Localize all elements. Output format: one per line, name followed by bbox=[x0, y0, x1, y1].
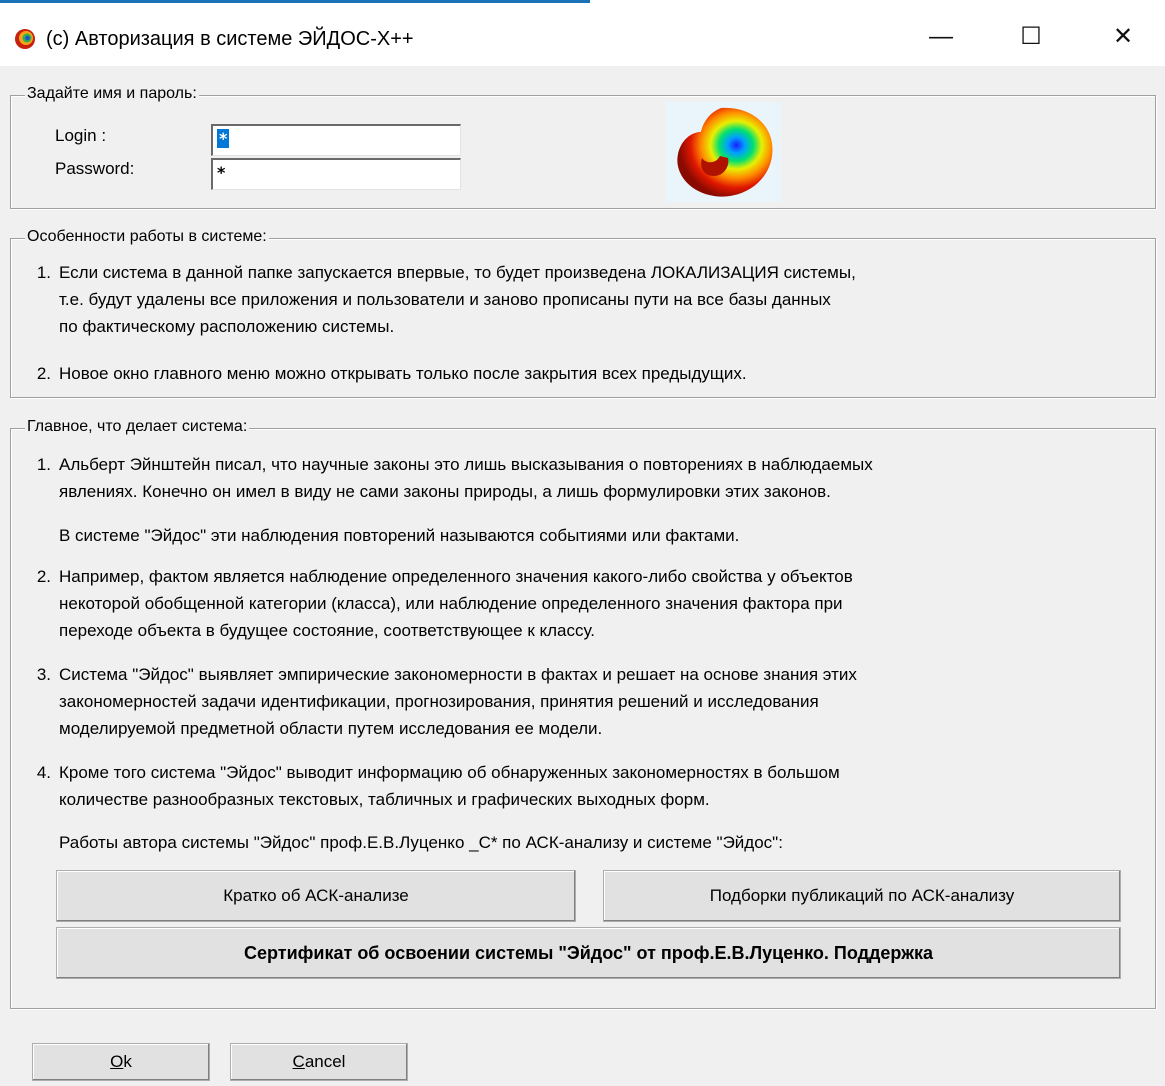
features-group: Особенности работы в системе: 1. Если си… bbox=[10, 228, 1156, 398]
item-line: моделируемой предметной области путем ис… bbox=[59, 719, 603, 738]
ok-button[interactable]: Ok bbox=[32, 1043, 210, 1081]
item-line: явлениях. Конечно он имел в виду не сами… bbox=[59, 482, 831, 501]
item-text: Система "Эйдос" выявляет эмпирические за… bbox=[59, 661, 857, 742]
item-number: 2. bbox=[36, 364, 51, 383]
item-number: 1. bbox=[36, 455, 51, 474]
item-line: закономерностей задачи идентификации, пр… bbox=[59, 692, 819, 711]
close-button[interactable]: ✕ bbox=[1094, 16, 1152, 58]
item-text: Если система в данной папке запускается … bbox=[59, 259, 856, 340]
eidos-spiral-icon bbox=[15, 29, 35, 49]
item-text: Например, фактом является наблюдение опр… bbox=[59, 563, 853, 644]
item-number: 1. bbox=[36, 263, 51, 282]
feature-item-2: 2. Новое окно главного меню можно открыв… bbox=[25, 360, 1149, 388]
item-number: 3. bbox=[36, 665, 51, 684]
item-line: Система "Эйдос" выявляет эмпирические за… bbox=[59, 665, 857, 684]
main-item-4: 4. Кроме того система "Эйдос" выводит ин… bbox=[25, 759, 1149, 815]
ok-accelerator: O bbox=[110, 1052, 124, 1071]
password-input[interactable]: * bbox=[211, 158, 461, 190]
minimize-button[interactable]: — bbox=[912, 16, 970, 58]
features-legend: Особенности работы в системе: bbox=[25, 228, 269, 246]
main-item-2: 2. Например, фактом является наблюдение … bbox=[25, 563, 1149, 647]
item-text: Новое окно главного меню можно открывать… bbox=[59, 360, 747, 387]
login-input[interactable]: * bbox=[211, 124, 461, 156]
item-text: Кроме того система "Эйдос" выводит инфор… bbox=[59, 759, 840, 813]
password-label: Password: bbox=[55, 159, 135, 178]
main-item-4-note: Работы автора системы "Эйдос" проф.Е.В.Л… bbox=[59, 833, 783, 852]
background-window-strip bbox=[0, 0, 1165, 8]
credentials-legend: Задайте имя и пароль: bbox=[25, 85, 199, 103]
item-line: Например, фактом является наблюдение опр… bbox=[59, 567, 853, 586]
taskbar-accent-line bbox=[0, 0, 590, 3]
item-text: Альберт Эйнштейн писал, что научные зако… bbox=[59, 451, 873, 505]
certificate-support-button[interactable]: Сертификат об освоении системы "Эйдос" о… bbox=[56, 927, 1121, 979]
credentials-group: Задайте имя и пароль: Login : Password: … bbox=[10, 85, 1156, 209]
publications-button[interactable]: Подборки публикаций по АСК-анализу bbox=[603, 870, 1121, 922]
eidos-spiral-logo bbox=[666, 102, 781, 202]
title-bar[interactable]: (c) Авторизация в системе ЭЙДОС-X++ — ☐ … bbox=[0, 8, 1165, 66]
item-line: т.е. будут удалены все приложения и поль… bbox=[59, 290, 831, 309]
item-line: количестве разнообразных текстовых, табл… bbox=[59, 790, 710, 809]
cancel-label: ancel bbox=[304, 1052, 346, 1071]
main-item-1: 1. Альберт Эйнштейн писал, что научные з… bbox=[25, 451, 1149, 507]
cancel-button[interactable]: Cancel bbox=[230, 1043, 408, 1081]
maximize-button[interactable]: ☐ bbox=[1002, 16, 1060, 58]
window-title: (c) Авторизация в системе ЭЙДОС-X++ bbox=[46, 28, 414, 50]
main-functions-group: Главное, что делает система: 1. Альберт … bbox=[10, 418, 1156, 1009]
main-item-1-note: В системе "Эйдос" эти наблюдения повторе… bbox=[59, 526, 740, 545]
item-number: 4. bbox=[36, 763, 51, 782]
main-item-3: 3. Система "Эйдос" выявляет эмпирические… bbox=[25, 661, 1149, 745]
item-line: переходе объекта в будущее состояние, со… bbox=[59, 621, 596, 640]
item-line: Новое окно главного меню можно открывать… bbox=[59, 364, 747, 383]
password-input-value: * bbox=[217, 163, 226, 182]
cancel-accelerator: C bbox=[292, 1052, 305, 1071]
ok-label: k bbox=[123, 1052, 132, 1071]
item-number: 2. bbox=[36, 567, 51, 586]
item-line: Альберт Эйнштейн писал, что научные зако… bbox=[59, 455, 873, 474]
item-line: по фактическому расположению системы. bbox=[59, 317, 395, 336]
item-line: некоторой обобщенной категории (класса),… bbox=[59, 594, 843, 613]
login-label: Login : bbox=[55, 126, 107, 145]
feature-item-1: 1. Если система в данной папке запускает… bbox=[25, 259, 1149, 343]
item-line: Кроме того система "Эйдос" выводит инфор… bbox=[59, 763, 840, 782]
login-input-value: * bbox=[217, 129, 230, 148]
main-legend: Главное, что делает система: bbox=[25, 418, 250, 436]
brief-ask-analysis-button[interactable]: Кратко об АСК-анализе bbox=[56, 870, 576, 922]
item-line: Если система в данной папке запускается … bbox=[59, 263, 856, 282]
